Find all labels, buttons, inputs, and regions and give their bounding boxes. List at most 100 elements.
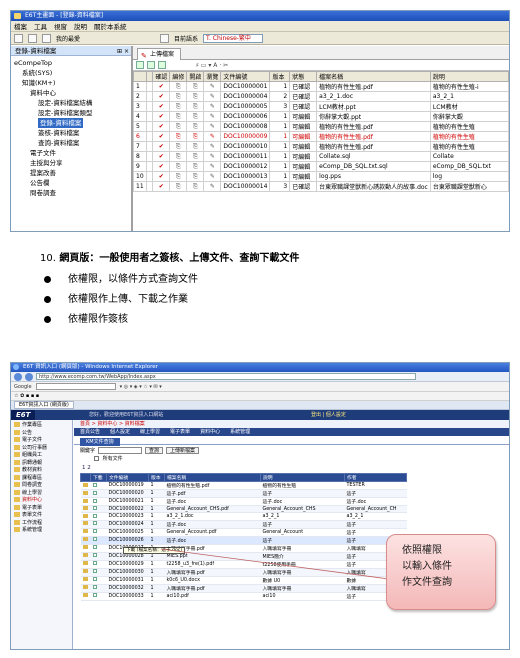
row-pointer[interactable] [145, 141, 154, 152]
table-row[interactable]: DOC10000033 1 aci10.pdf aci10 這子 [80, 592, 407, 601]
table-row[interactable]: 9 ✔ ⎘ ⎘ ✎ DOC10000012 1 可編輯 eComp_DB_SQL.txt.sql… [133, 161, 509, 172]
edit-icon[interactable]: ⎘ [169, 101, 188, 112]
row-pointer[interactable] [145, 121, 154, 132]
download-cell[interactable] [90, 560, 107, 569]
edit-icon[interactable]: ⎘ [169, 141, 188, 152]
column-header[interactable]: 說明 [429, 71, 509, 82]
tree-item[interactable]: eCompeTop [11, 58, 131, 68]
tree-item[interactable]: 系統(SYS) [11, 68, 131, 78]
browse-icon[interactable]: ✎ [203, 151, 222, 162]
download-icon[interactable] [92, 506, 97, 511]
column-header[interactable]: 檔案名稱 [316, 71, 431, 82]
help-icon[interactable] [160, 33, 170, 43]
tab-upload-files[interactable]: ✎ 上傳檔案 [137, 48, 182, 60]
table-row[interactable]: DOC10000020 1 這子.pdf 這子 這子 [80, 489, 407, 498]
tree-item[interactable]: 登錄-資料檔案 [11, 118, 131, 128]
download-cell[interactable] [90, 512, 107, 521]
sidebar-item[interactable]: 公告 [11, 429, 72, 438]
menu-item-window[interactable]: 視窗 [54, 21, 67, 31]
download-icon[interactable] [92, 498, 97, 503]
table-row[interactable]: 2 ✔ ⎘ ⎘ ✎ DOC10000004 2 已確認 a3_2_1.doc a3_2_1 [133, 91, 509, 102]
row-number[interactable]: 1 [133, 81, 147, 92]
query-button[interactable]: 查詢 [145, 446, 164, 454]
open-icon[interactable]: ⎘ [186, 101, 205, 112]
menu-item-file[interactable]: 檔案 [14, 21, 27, 31]
toolbar-buttons-icon[interactable]: ▾ ◎ ▾ ◈ ▾ ☆ ▾ ✉ ▾ [120, 384, 162, 390]
table-row[interactable]: 6 ✔ ⎘ ⎘ ✎ DOC10000009 1 可編輯 植物的有性生殖.pdf 植物的有性生殖 [133, 131, 509, 142]
tab-km-query[interactable]: KM文件查詢 [80, 438, 120, 446]
download-icon[interactable] [92, 513, 97, 518]
edit-icon[interactable]: ⎘ [169, 181, 188, 192]
confirm-check-icon[interactable]: ✔ [152, 181, 171, 192]
row-number[interactable]: 8 [133, 151, 147, 162]
browse-icon[interactable]: ✎ [203, 171, 222, 182]
column-header[interactable]: 文件編號 [220, 71, 271, 82]
favorites-icon[interactable]: ☆ ✿ ▪ ▪ ▪ [14, 393, 39, 399]
download-cell[interactable] [90, 481, 107, 490]
export-icon[interactable] [158, 61, 166, 69]
open-icon[interactable]: ⎘ [186, 161, 205, 172]
sidebar-item[interactable]: 公司行事曆 [11, 444, 72, 453]
download-cell[interactable] [90, 568, 107, 577]
edit-icon[interactable]: ⎘ [169, 81, 188, 92]
edit-icon[interactable]: ⎘ [169, 131, 188, 142]
table-row[interactable]: 1 ✔ ⎘ ⎘ ✎ DOC10000001 1 已確認 植物的有性生殖.pdf 植物的有性生殖-i [133, 81, 509, 92]
refresh-icon[interactable] [147, 61, 155, 69]
favorites-link[interactable]: 我的最愛 [56, 34, 80, 43]
column-header[interactable]: 版本 [269, 71, 291, 82]
browse-icon[interactable]: ✎ [203, 131, 222, 142]
tree-item[interactable]: 電子文件 [11, 148, 131, 158]
column-header[interactable]: 確認 [152, 71, 171, 82]
browse-icon[interactable]: ✎ [203, 181, 222, 192]
nav-item[interactable]: 資料中心 [200, 429, 220, 435]
row-pointer[interactable] [145, 151, 154, 162]
column-header[interactable]: 瀏覽 [203, 71, 222, 82]
download-cell[interactable] [90, 536, 107, 545]
table-row[interactable]: DOC10000029 1 t2258_u3_fre(1).pdf t2258使用手冊… [80, 560, 407, 569]
download-icon[interactable] [92, 521, 97, 526]
table-row[interactable]: 11 ✔ ⎘ ⎘ ✎ DOC10000014 3 已確認 台東眾職課堂獸新心誘款動人的故事.do… [133, 181, 509, 192]
download-icon[interactable] [92, 529, 97, 534]
download-cell[interactable] [90, 552, 107, 561]
table-row[interactable]: 4 ✔ ⎘ ⎘ ✎ DOC10000006 1 可編輯 你辭掌大觀.ppt 你辭掌大觀 [133, 111, 509, 122]
browse-icon[interactable]: ✎ [203, 121, 222, 132]
row-pointer[interactable] [145, 161, 154, 172]
back-icon[interactable] [14, 372, 22, 381]
download-cell[interactable] [90, 592, 107, 601]
download-cell[interactable] [90, 520, 107, 529]
keyword-input[interactable] [98, 446, 143, 454]
pin-icon[interactable]: ⊞ × [117, 47, 129, 57]
add-icon[interactable] [136, 61, 144, 69]
edit-icon[interactable]: ⎘ [169, 91, 188, 102]
confirm-check-icon[interactable]: ✔ [152, 91, 171, 102]
sidebar-item[interactable]: 組織員工 [11, 452, 72, 460]
sidebar-item[interactable]: 電子表單 [11, 504, 72, 513]
column-header[interactable] [80, 473, 91, 482]
browser-tab[interactable]: E6T資訊入口 (網頁版) [14, 401, 74, 409]
download-icon[interactable] [92, 561, 97, 566]
download-icon[interactable] [92, 577, 97, 582]
row-number[interactable]: 6 [133, 131, 147, 142]
row-pointer[interactable] [145, 131, 154, 142]
tree-item[interactable]: 知識(KM+) [11, 78, 131, 88]
column-header[interactable]: 編修 [169, 71, 188, 82]
column-header[interactable] [133, 71, 147, 82]
confirm-check-icon[interactable]: ✔ [152, 81, 171, 92]
table-row[interactable]: DOC10000031 1 k0c6_U0.docx 數據 U0 數據 [80, 576, 407, 585]
sidebar-item[interactable]: 問卷調查 [11, 482, 72, 490]
star-icon[interactable] [42, 33, 51, 43]
edit-icon[interactable]: ⎘ [169, 171, 188, 182]
row-number[interactable]: 9 [133, 161, 147, 172]
column-header[interactable] [145, 71, 154, 82]
download-icon[interactable] [92, 593, 97, 598]
download-icon[interactable] [92, 490, 97, 495]
forward-icon[interactable] [25, 372, 33, 381]
tree-item[interactable]: 公告欄 [11, 178, 131, 188]
url-input[interactable]: http://www.ecomp.com.tw/WebApp/Index.asp… [36, 373, 416, 380]
table-row[interactable]: 7 ✔ ⎘ ⎘ ✎ DOC10000010 1 可編輯 植物的有性生殖.pdf 植物的有性生殖 [133, 141, 509, 152]
table-row[interactable]: DOC10000030 1 入職填寫手冊.pdf 入職填寫手冊 入職填寫 [80, 568, 407, 577]
sidebar-item[interactable]: 教材資料 [11, 467, 72, 475]
table-row[interactable]: DOC10000024 1 這子.doc 這子 這子 [80, 520, 407, 529]
table-row[interactable]: DOC10000022 1 General_Account_CHS.pdf Gener… [80, 505, 407, 514]
user-links[interactable]: 登出 | 個人設定 [311, 410, 346, 420]
